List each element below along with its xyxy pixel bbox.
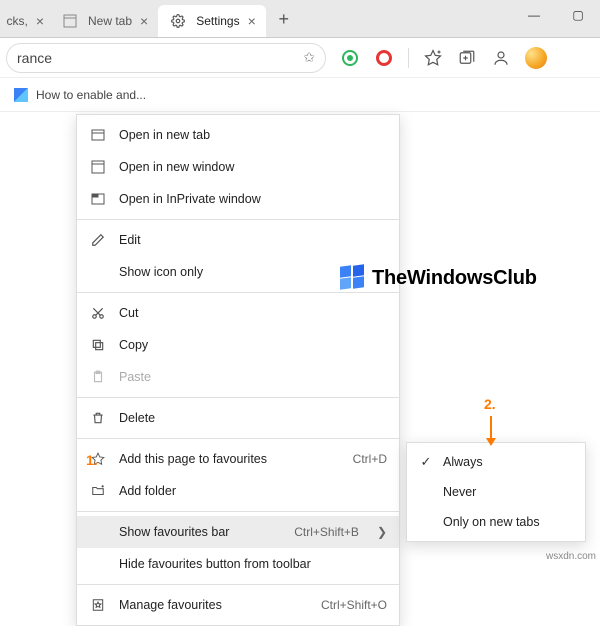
- separator: [77, 438, 399, 439]
- watermark-logo: TheWindowsClub: [340, 266, 537, 290]
- menu-label: Copy: [119, 338, 387, 352]
- bookmark-icon: [14, 88, 28, 102]
- menu-open-new-tab[interactable]: Open in new tab: [77, 119, 399, 151]
- annotation-step-1: 1.: [86, 452, 98, 468]
- page-icon: [60, 11, 80, 31]
- gear-icon: [168, 11, 188, 31]
- titlebar: cks, × New tab × Settings × + — ▢: [0, 0, 600, 38]
- close-icon[interactable]: ×: [36, 13, 44, 29]
- menu-add-page-to-favourites[interactable]: Add this page to favourites Ctrl+D: [77, 443, 399, 475]
- submenu-show-favourites-bar: ✓ Always Never Only on new tabs: [406, 442, 586, 542]
- submenu-label: Always: [443, 455, 483, 469]
- collections-icon[interactable]: [457, 48, 477, 68]
- bookmark-item[interactable]: How to enable and...: [36, 88, 146, 102]
- favourites-bar: How to enable and...: [0, 78, 600, 112]
- separator: [77, 219, 399, 220]
- menu-manage-favourites[interactable]: Manage favourites Ctrl+Shift+O: [77, 589, 399, 621]
- separator: [77, 292, 399, 293]
- tab-new-tab[interactable]: New tab ×: [50, 5, 158, 37]
- submenu-label: Never: [443, 485, 476, 499]
- folder-plus-icon: [89, 484, 107, 498]
- favorite-star-icon[interactable]: ✩: [303, 49, 315, 66]
- separator: [408, 48, 409, 68]
- menu-cut[interactable]: Cut: [77, 297, 399, 329]
- edit-icon: [89, 233, 107, 247]
- submenu-always[interactable]: ✓ Always: [407, 447, 585, 477]
- menu-label: Hide favourites button from toolbar: [119, 557, 387, 571]
- menu-label: Paste: [119, 370, 387, 384]
- inprivate-icon: [89, 192, 107, 206]
- toolbar-icons: [340, 47, 547, 69]
- close-icon[interactable]: ×: [140, 13, 148, 29]
- menu-label: Add folder: [119, 484, 387, 498]
- tab-label: cks,: [6, 14, 27, 28]
- cut-icon: [89, 306, 107, 320]
- window-controls: — ▢: [512, 0, 600, 37]
- tab-truncated[interactable]: cks, ×: [0, 5, 50, 37]
- close-icon[interactable]: ×: [248, 13, 256, 29]
- avatar[interactable]: [525, 47, 547, 69]
- menu-label: Edit: [119, 233, 387, 247]
- submenu-only-new-tabs[interactable]: Only on new tabs: [407, 507, 585, 537]
- address-text: rance: [17, 50, 52, 66]
- profile-icon[interactable]: [491, 48, 511, 68]
- annotation-arrow: [490, 416, 492, 444]
- delete-icon: [89, 411, 107, 425]
- tab-settings[interactable]: Settings ×: [158, 5, 266, 37]
- menu-label: Open in InPrivate window: [119, 192, 387, 206]
- separator: [77, 397, 399, 398]
- tab-label: New tab: [88, 14, 132, 28]
- menu-label: Manage favourites: [119, 598, 309, 612]
- menu-open-inprivate[interactable]: Open in InPrivate window: [77, 183, 399, 215]
- tab-strip: cks, × New tab × Settings × +: [0, 0, 512, 37]
- watermark-text: TheWindowsClub: [372, 267, 537, 290]
- address-bar[interactable]: rance ✩: [6, 43, 326, 73]
- separator: [77, 584, 399, 585]
- annotation-step-2: 2.: [484, 396, 496, 412]
- menu-paste: Paste: [77, 361, 399, 393]
- new-window-icon: [89, 160, 107, 174]
- menu-copy[interactable]: Copy: [77, 329, 399, 361]
- check-icon: ✓: [419, 454, 433, 470]
- maximize-button[interactable]: ▢: [556, 0, 600, 30]
- menu-label: Open in new tab: [119, 128, 387, 142]
- toolbar: rance ✩: [0, 38, 600, 78]
- submenu-never[interactable]: Never: [407, 477, 585, 507]
- windows-logo-icon: [340, 266, 364, 290]
- menu-label: Cut: [119, 306, 387, 320]
- context-menu: Open in new tab Open in new window Open …: [76, 114, 400, 626]
- paste-icon: [89, 370, 107, 384]
- menu-accelerator: Ctrl+Shift+B: [294, 525, 359, 539]
- chevron-right-icon: ❯: [377, 525, 387, 539]
- menu-delete[interactable]: Delete: [77, 402, 399, 434]
- favourites-page-icon: [89, 598, 107, 612]
- grammarly-icon[interactable]: [340, 48, 360, 68]
- minimize-button[interactable]: —: [512, 0, 556, 30]
- menu-accelerator: Ctrl+D: [353, 452, 387, 466]
- menu-accelerator: Ctrl+Shift+O: [321, 598, 387, 612]
- menu-show-favourites-bar[interactable]: Show favourites bar Ctrl+Shift+B ❯: [77, 516, 399, 548]
- submenu-label: Only on new tabs: [443, 515, 540, 529]
- separator: [77, 511, 399, 512]
- menu-add-folder[interactable]: Add folder: [77, 475, 399, 507]
- menu-label: Open in new window: [119, 160, 387, 174]
- opera-icon[interactable]: [374, 48, 394, 68]
- copy-icon: [89, 338, 107, 352]
- menu-edit[interactable]: Edit: [77, 224, 399, 256]
- menu-open-new-window[interactable]: Open in new window: [77, 151, 399, 183]
- menu-label: Show favourites bar: [119, 525, 282, 539]
- source-watermark: wsxdn.com: [546, 551, 596, 562]
- menu-label: Delete: [119, 411, 387, 425]
- favorites-icon[interactable]: [423, 48, 443, 68]
- new-tab-button[interactable]: +: [270, 5, 298, 33]
- tab-label: Settings: [196, 14, 239, 28]
- new-tab-icon: [89, 128, 107, 142]
- menu-hide-favourites-button[interactable]: Hide favourites button from toolbar: [77, 548, 399, 580]
- menu-label: Add this page to favourites: [119, 452, 341, 466]
